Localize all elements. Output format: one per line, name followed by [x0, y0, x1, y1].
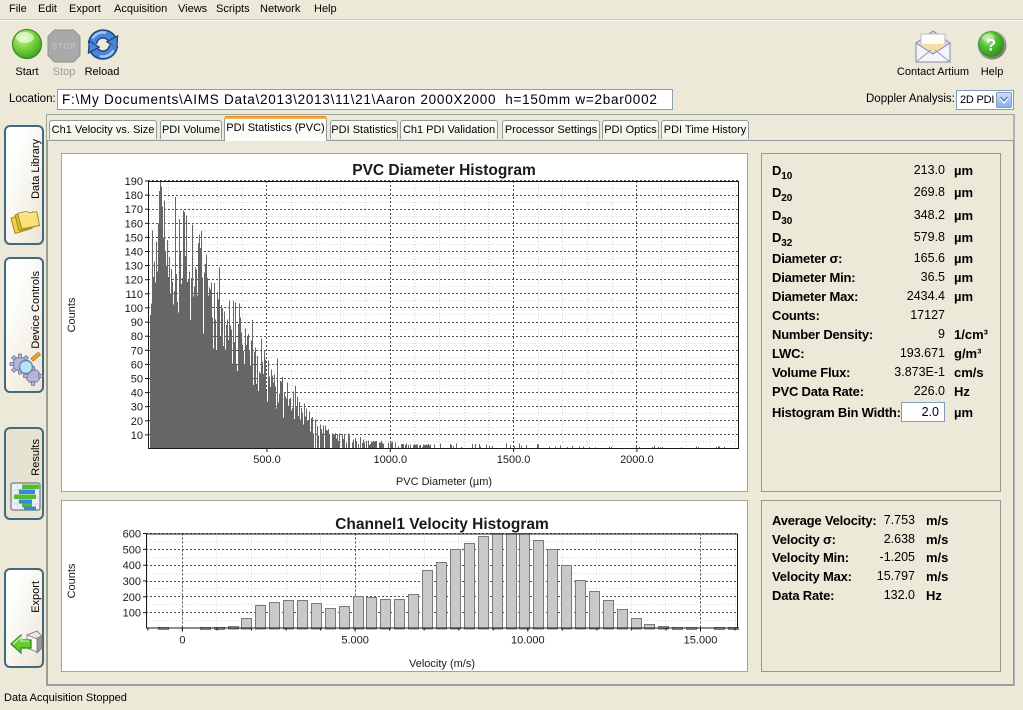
svg-text:130: 130 — [125, 261, 143, 273]
svg-text:140: 140 — [125, 247, 143, 259]
svg-text:10: 10 — [131, 430, 143, 442]
svg-text:80: 80 — [131, 331, 143, 343]
svg-text:500.0: 500.0 — [253, 454, 281, 466]
svg-text:110: 110 — [125, 289, 143, 301]
svg-text:PVC Diameter Histogram: PVC Diameter Histogram — [352, 162, 535, 179]
svg-text:10.000: 10.000 — [511, 635, 545, 647]
svg-text:STOP: STOP — [52, 41, 77, 51]
svg-text:70: 70 — [131, 345, 143, 357]
svg-text:Counts: Counts — [66, 563, 78, 598]
svg-text:600: 600 — [123, 529, 141, 541]
svg-text:500: 500 — [123, 544, 141, 556]
svg-text:40: 40 — [131, 388, 143, 400]
svg-text:100: 100 — [123, 608, 141, 620]
svg-text:200: 200 — [123, 592, 141, 604]
svg-text:180: 180 — [125, 190, 143, 202]
svg-text:?: ? — [986, 37, 996, 55]
svg-text:30: 30 — [131, 402, 143, 414]
svg-text:400: 400 — [123, 560, 141, 572]
svg-text:Channel1 Velocity Histogram: Channel1 Velocity Histogram — [335, 516, 549, 533]
svg-text:20: 20 — [131, 416, 143, 428]
svg-text:190: 190 — [125, 176, 143, 188]
svg-text:300: 300 — [123, 576, 141, 588]
svg-text:Counts: Counts — [66, 297, 78, 332]
svg-text:PVC Diameter (µm): PVC Diameter (µm) — [396, 476, 492, 488]
svg-text:Velocity (m/s): Velocity (m/s) — [409, 658, 475, 670]
svg-text:90: 90 — [131, 317, 143, 329]
svg-text:50: 50 — [131, 374, 143, 386]
svg-text:120: 120 — [125, 275, 143, 287]
svg-text:100: 100 — [125, 303, 143, 315]
svg-text:1500.0: 1500.0 — [497, 454, 531, 466]
svg-text:60: 60 — [131, 359, 143, 371]
svg-text:160: 160 — [125, 218, 143, 230]
svg-text:0: 0 — [179, 635, 185, 647]
svg-text:5.000: 5.000 — [341, 635, 369, 647]
svg-text:1000.0: 1000.0 — [373, 454, 407, 466]
svg-text:170: 170 — [125, 204, 143, 216]
svg-text:2000.0: 2000.0 — [620, 454, 654, 466]
svg-text:150: 150 — [125, 232, 143, 244]
svg-text:15.000: 15.000 — [684, 635, 718, 647]
